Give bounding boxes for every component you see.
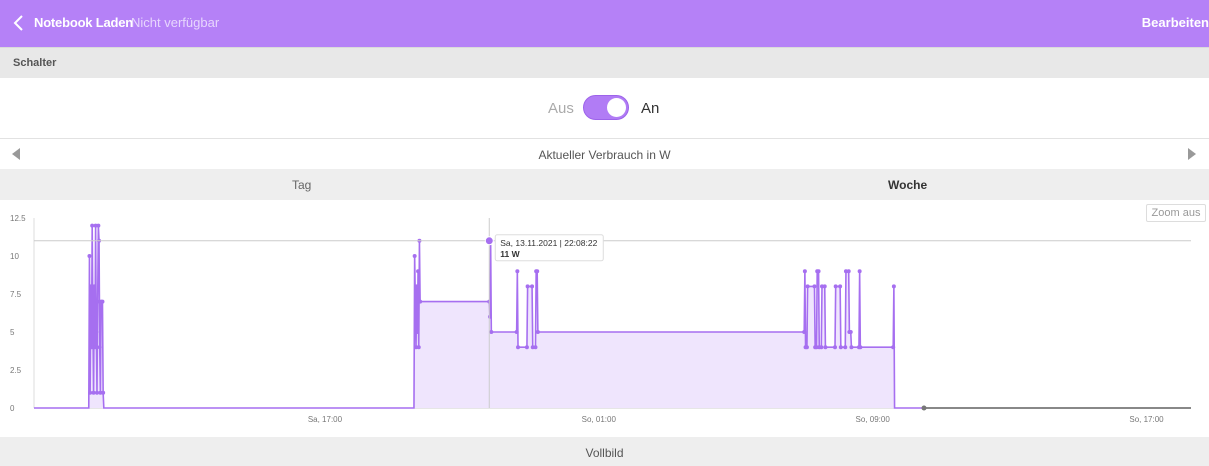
data-point bbox=[533, 345, 538, 350]
data-point bbox=[88, 390, 93, 395]
data-point bbox=[838, 345, 843, 350]
x-tick-label: Sa, 17:00 bbox=[308, 415, 343, 424]
y-tick-label: 0 bbox=[10, 404, 15, 413]
section-label: Schalter bbox=[13, 57, 57, 69]
data-point bbox=[101, 390, 106, 395]
tab-week[interactable]: Woche bbox=[888, 178, 927, 192]
data-point bbox=[487, 314, 492, 319]
data-point bbox=[96, 223, 101, 228]
data-point bbox=[891, 284, 896, 289]
data-point bbox=[88, 284, 93, 289]
data-point bbox=[802, 269, 807, 274]
highlighted-point bbox=[484, 236, 494, 246]
y-tick-label: 2.5 bbox=[10, 366, 22, 375]
chevron-left-icon[interactable] bbox=[12, 13, 26, 33]
switch-row: Aus An bbox=[0, 78, 1209, 139]
data-point bbox=[418, 299, 423, 304]
chart-title: Aktueller Verbrauch in W bbox=[538, 148, 671, 162]
toggle-on-label: An bbox=[641, 100, 660, 117]
data-point bbox=[412, 254, 417, 258]
period-tabs: Tag Woche bbox=[0, 169, 1209, 200]
data-point bbox=[416, 345, 421, 350]
y-tick-label: 12.5 bbox=[10, 214, 26, 223]
data-point bbox=[92, 345, 97, 350]
data-point bbox=[489, 330, 494, 334]
power-toggle[interactable] bbox=[583, 95, 629, 120]
series-area bbox=[34, 225, 1191, 408]
chart-svg: 0 2.5 5 7.5 10 12.5 Sa, 17:00 So, 01:00 So, 09:0… bbox=[10, 214, 1191, 424]
data-point bbox=[802, 330, 807, 334]
tooltip-value: 11 W bbox=[500, 249, 520, 259]
consumption-chart: 0 2.5 5 7.5 10 12.5 Sa, 17:00 So, 01:00 So, 09:0… bbox=[0, 200, 1209, 437]
x-tick-label: So, 01:00 bbox=[582, 415, 617, 424]
top-bar: Notebook Laden Nicht verfügbar Bearbeite… bbox=[0, 0, 1209, 47]
data-point bbox=[822, 284, 827, 289]
data-point bbox=[535, 269, 540, 274]
x-tick-label: So, 17:00 bbox=[1129, 415, 1164, 424]
data-point bbox=[848, 330, 853, 334]
data-point bbox=[833, 345, 837, 350]
data-point bbox=[515, 269, 520, 274]
data-point bbox=[812, 284, 817, 289]
data-point bbox=[816, 269, 821, 274]
data-point bbox=[100, 299, 105, 304]
data-point bbox=[97, 345, 102, 350]
data-point bbox=[833, 284, 838, 289]
data-point bbox=[89, 345, 94, 350]
section-header: Schalter bbox=[0, 47, 1209, 79]
data-point bbox=[530, 284, 535, 289]
data-point bbox=[525, 284, 530, 289]
data-point bbox=[823, 345, 828, 350]
data-point bbox=[524, 345, 529, 350]
data-point bbox=[838, 284, 843, 289]
data-point bbox=[416, 269, 421, 274]
page-title: Notebook Laden bbox=[34, 15, 134, 30]
data-point bbox=[415, 330, 420, 334]
data-point bbox=[805, 284, 810, 289]
data-point bbox=[535, 330, 540, 334]
data-point bbox=[514, 330, 519, 334]
data-point bbox=[94, 390, 99, 395]
data-point bbox=[891, 345, 896, 350]
fullscreen-button[interactable]: Vollbild bbox=[0, 446, 1209, 460]
series-end-point bbox=[921, 405, 927, 411]
toggle-off-label: Aus bbox=[548, 100, 574, 117]
data-point bbox=[843, 345, 848, 350]
data-point bbox=[516, 345, 521, 350]
data-point bbox=[95, 299, 100, 304]
next-chart-icon[interactable] bbox=[1188, 148, 1196, 160]
tab-day[interactable]: Tag bbox=[292, 178, 311, 192]
status-text: Nicht verfügbar bbox=[131, 15, 220, 30]
data-point bbox=[90, 223, 95, 228]
data-point bbox=[91, 390, 96, 395]
footer-bar: Vollbild bbox=[0, 437, 1209, 466]
x-tick-label: So, 09:00 bbox=[856, 415, 891, 424]
tooltip-time: Sa, 13.11.2021 | 22:08:22 bbox=[500, 238, 597, 248]
y-tick-label: 7.5 bbox=[10, 290, 22, 299]
chart-header: Aktueller Verbrauch in W bbox=[0, 139, 1209, 169]
data-point bbox=[846, 269, 851, 274]
zoom-out-button[interactable]: Zoom aus bbox=[1146, 204, 1206, 222]
y-tick-label: 10 bbox=[10, 252, 19, 261]
data-point bbox=[857, 269, 862, 274]
data-point bbox=[414, 284, 419, 289]
data-point bbox=[858, 345, 863, 350]
y-tick-label: 5 bbox=[10, 328, 15, 337]
edit-button[interactable]: Bearbeiten bbox=[1142, 15, 1209, 30]
data-point bbox=[819, 345, 824, 350]
data-point bbox=[87, 254, 92, 258]
toggle-knob bbox=[607, 98, 626, 117]
data-point bbox=[92, 284, 97, 289]
data-point bbox=[90, 314, 95, 319]
data-point bbox=[94, 330, 99, 334]
data-point bbox=[849, 345, 854, 350]
data-point bbox=[804, 345, 809, 350]
